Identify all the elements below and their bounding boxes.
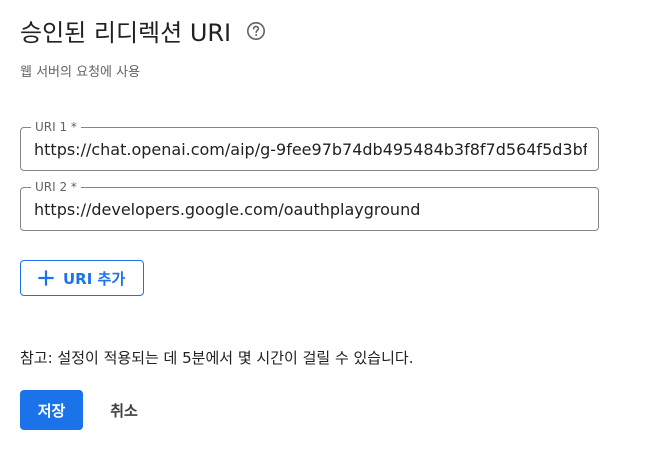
save-button[interactable]: 저장 (20, 390, 83, 430)
uri-1-field: URI 1 * (20, 120, 599, 171)
help-circle-icon[interactable] (246, 21, 266, 41)
propagation-note: 참고: 설정이 적용되는 데 5분에서 몇 시간이 걸릴 수 있습니다. (20, 349, 414, 367)
plus-icon (38, 270, 54, 286)
uri-2-field: URI 2 * (20, 180, 599, 231)
uri-1-input[interactable] (34, 128, 587, 170)
uri-2-input[interactable] (34, 188, 587, 230)
add-uri-button[interactable]: URI 추가 (20, 260, 144, 296)
add-uri-label: URI 추가 (63, 269, 126, 288)
section-subtitle: 웹 서버의 요청에 사용 (20, 65, 141, 80)
section-header: 승인된 리디렉션 URI (20, 12, 266, 48)
page-title: 승인된 리디렉션 URI (20, 18, 232, 47)
cancel-button[interactable]: 취소 (94, 390, 154, 430)
